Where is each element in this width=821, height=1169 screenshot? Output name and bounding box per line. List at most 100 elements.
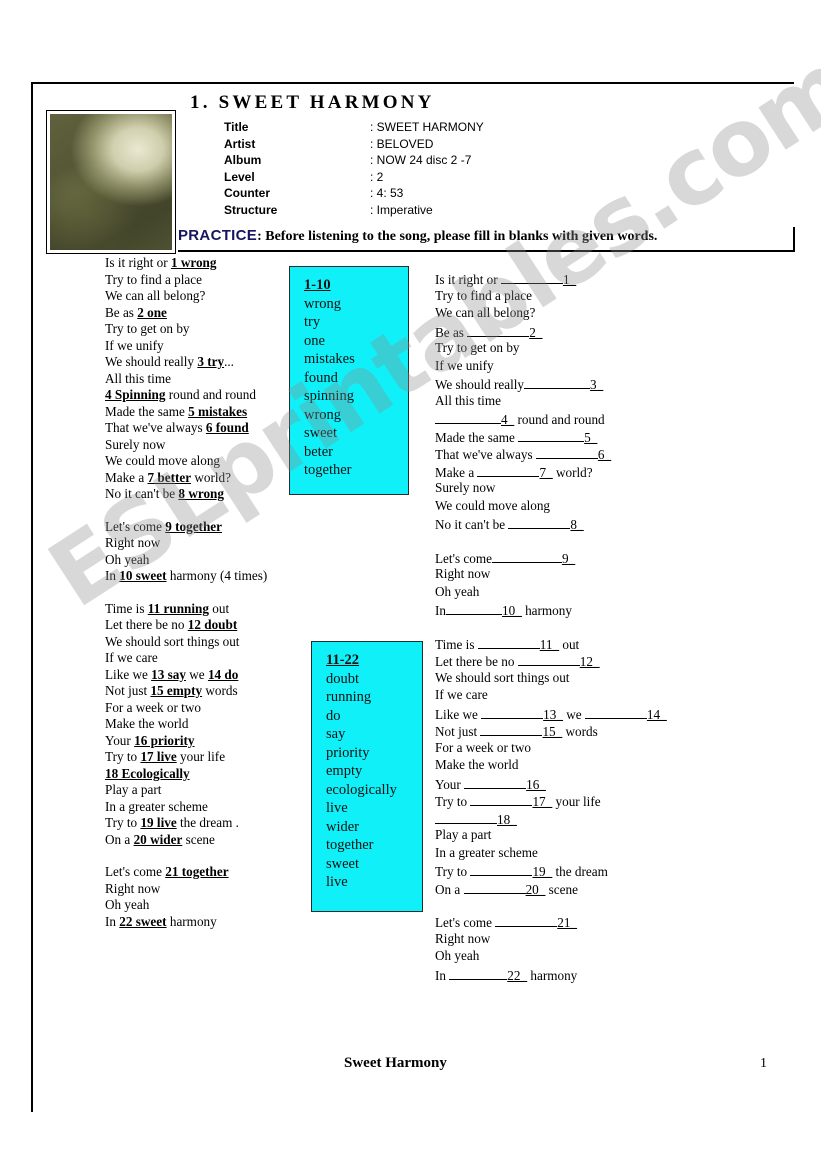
lyrics-text: out (208, 600, 230, 616)
lyrics-line: Is it right or 1 wrong (105, 255, 290, 272)
lyrics-answer-word: 8 wrong (178, 486, 224, 501)
gapfill-line: Right now (435, 931, 735, 949)
answer-blank[interactable] (584, 705, 647, 719)
lyrics-text: If we unify (105, 337, 164, 353)
gapfill-text: the dream (552, 864, 608, 879)
word-bank-word[interactable]: sweet (326, 855, 422, 874)
answer-blank[interactable] (477, 635, 540, 649)
gapfill-line: Is it right or 1_ (435, 270, 735, 288)
answer-blank[interactable] (518, 428, 585, 442)
gapfill-line: Made the same 5_ (435, 428, 735, 446)
word-bank-word[interactable]: sweet (304, 424, 408, 443)
lyrics-text: Is it right or (105, 255, 171, 270)
gapfill-text: world? (552, 464, 593, 480)
blank-number: 15_ (542, 724, 563, 739)
word-bank-word[interactable]: ecologically (326, 781, 422, 800)
blank-number: 20_ (525, 881, 546, 897)
gapfill-text: out (559, 636, 580, 652)
answer-blank[interactable] (495, 913, 558, 927)
lyrics-answer-word: 4 Spinning (105, 387, 166, 402)
answer-blank[interactable] (467, 323, 530, 337)
gapfill-text: We should sort things out (435, 669, 570, 685)
answer-blank[interactable] (481, 705, 544, 719)
answer-blank[interactable] (491, 549, 562, 563)
gapfill-line: Try to find a place (435, 288, 735, 306)
lyrics-text: Make the world (105, 716, 189, 731)
song-meta-value: : SWEET HARMONY (370, 120, 484, 134)
word-bank-word[interactable]: do (326, 707, 422, 726)
gapfill-text: In a greater scheme (435, 844, 538, 860)
blank-number: 18_ (497, 811, 517, 827)
answer-blank[interactable] (524, 375, 591, 389)
lyrics-text: ... (224, 354, 234, 369)
gapfill-text: harmony (527, 967, 578, 983)
artist-photo (46, 110, 176, 254)
word-bank-word[interactable]: spinning (304, 387, 408, 406)
answer-blank[interactable] (517, 652, 580, 666)
answer-blank[interactable] (435, 810, 497, 824)
lyrics-gapfill-column[interactable]: Is it right or 1_ Try to find a place We c… (435, 270, 735, 983)
gapfill-line: If we unify (435, 358, 735, 376)
word-bank-word[interactable]: try (304, 313, 408, 332)
lyrics-line: Like we 13 say we 14 do (105, 667, 290, 684)
word-bank-word[interactable]: wrong (304, 406, 408, 425)
answer-blank[interactable] (464, 775, 527, 789)
answer-blank[interactable] (470, 862, 533, 876)
gapfill-line: No it can't be 8_ (435, 515, 735, 533)
answer-blank[interactable] (535, 445, 598, 459)
blank-number: 5_ (584, 429, 598, 445)
blank-number: 19_ (532, 864, 553, 879)
answer-blank[interactable] (470, 792, 533, 806)
gapfill-text: We can all belong? (435, 305, 536, 320)
lyrics-line: Try to 19 live the dream . (105, 815, 290, 832)
word-bank-word[interactable]: live (326, 873, 422, 892)
gapfill-line: Try to 17_ your life (435, 792, 735, 810)
word-bank-word[interactable]: together (304, 461, 408, 480)
blank-number: 9_ (561, 550, 576, 566)
answer-blank[interactable] (449, 966, 508, 980)
answer-blank[interactable] (508, 515, 571, 529)
song-meta-row: Album: NOW 24 disc 2 -7 (224, 153, 484, 170)
gapfill-line: Like we 13_ we 14_ (435, 705, 735, 723)
gapfill-line: Let's come 21_ (435, 913, 735, 931)
gapfill-line: On a 20_ scene (435, 880, 735, 898)
word-bank-word[interactable]: beter (304, 443, 408, 462)
word-bank-word[interactable]: wider (326, 818, 422, 837)
gapfill-text: Try to get on by (435, 340, 520, 355)
word-bank-word[interactable]: found (304, 369, 408, 388)
gapfill-stanza: Time is 11_ out Let there be no 12_ We sho… (435, 635, 735, 898)
gapfill-text: No it can't be (435, 517, 509, 532)
gapfill-line: Let's come 9_ (435, 549, 735, 567)
answer-blank[interactable] (480, 722, 543, 736)
gapfill-text: Right now (435, 930, 491, 946)
gapfill-text: harmony (521, 603, 572, 618)
song-meta-value: : NOW 24 disc 2 -7 (370, 153, 472, 167)
answer-blank[interactable] (463, 880, 526, 894)
word-bank-word[interactable]: wrong (304, 295, 408, 314)
word-bank-word[interactable]: doubt (326, 670, 422, 689)
gapfill-stanza: Let's come 9_ Right now Oh yeah In 10_ harmon… (435, 549, 735, 619)
page-footer: Sweet Harmony 1 (34, 1055, 794, 1081)
answer-blank[interactable] (446, 601, 502, 615)
blank-number: 10_ (502, 603, 522, 618)
song-meta-label: Level (224, 169, 255, 184)
word-bank-word[interactable]: say (326, 725, 422, 744)
word-bank-word[interactable]: mistakes (304, 350, 408, 369)
lyrics-text: That we've always (105, 420, 206, 435)
word-bank-word[interactable]: together (326, 836, 422, 855)
lyrics-text: world? (191, 469, 231, 485)
lyrics-stanza: Time is 11 running out Let there be no 12… (105, 601, 290, 849)
answer-blank[interactable] (435, 410, 501, 424)
lyrics-answer-word: 22 sweet (119, 913, 167, 929)
answer-blank[interactable] (477, 463, 540, 477)
worksheet-page: 1. SWEET HARMONY Title: SWEET HARMONY Art… (0, 0, 821, 1169)
word-bank-word[interactable]: running (326, 688, 422, 707)
blank-number: 14_ (646, 706, 667, 722)
word-bank-word[interactable]: priority (326, 744, 422, 763)
word-bank-word[interactable]: empty (326, 762, 422, 781)
word-bank-word[interactable]: one (304, 332, 408, 351)
answer-blank[interactable] (500, 270, 563, 284)
word-bank-word[interactable]: live (326, 799, 422, 818)
lyrics-text: harmony (4 times) (166, 568, 268, 583)
lyrics-line: Right now (105, 535, 290, 552)
